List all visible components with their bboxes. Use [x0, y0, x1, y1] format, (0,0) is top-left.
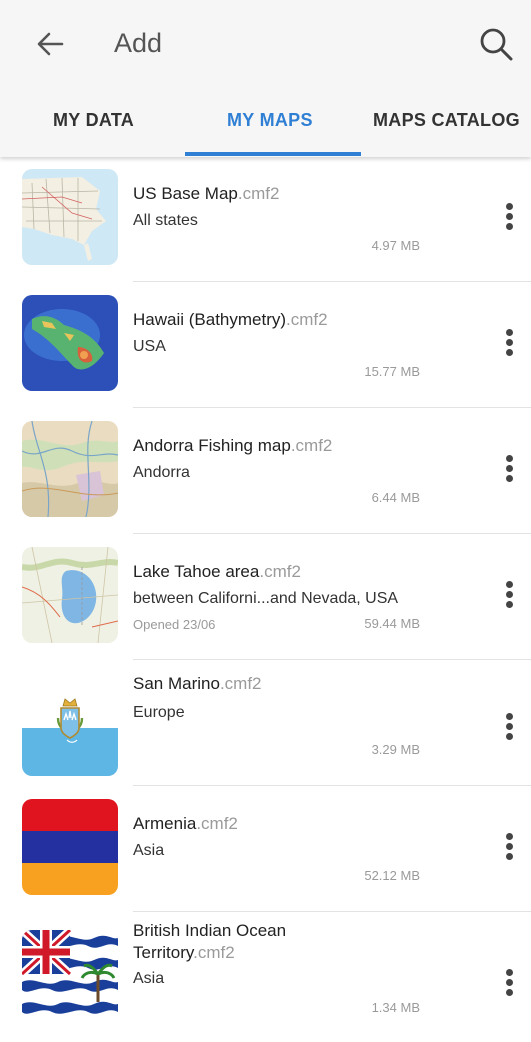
map-subtitle: Asia [133, 970, 165, 987]
more-options-icon[interactable] [498, 578, 520, 618]
file-size: 59.44 MB [364, 616, 420, 631]
armenia-flag [22, 799, 118, 895]
map-name: Lake Tahoe area.cmf2 [133, 562, 301, 581]
map-subtitle: All states [133, 212, 198, 229]
san-marino-flag [22, 680, 118, 776]
lake-tahoe-map-thumbnail [22, 547, 118, 643]
last-opened-date: Opened 23/06 [133, 617, 216, 632]
divider [133, 407, 531, 408]
divider [133, 533, 531, 534]
more-options-icon[interactable] [498, 326, 520, 366]
page-title: Add [114, 28, 163, 58]
list-item[interactable]: San Marino.cmf2 Europe 3.29 MB [0, 664, 531, 790]
tab-my-maps[interactable]: MY MAPS [227, 110, 313, 131]
map-name: Hawaii (Bathymetry).cmf2 [133, 310, 328, 329]
more-options-icon[interactable] [498, 830, 520, 870]
file-size: 1.34 MB [371, 1000, 420, 1015]
list-item[interactable]: Andorra Fishing map.cmf2 Andorra 6.44 MB [0, 412, 531, 538]
file-size: 52.12 MB [364, 868, 420, 883]
list-item[interactable]: US Base Map.cmf2 All states 4.97 MB [0, 160, 531, 286]
map-subtitle: Asia [133, 842, 165, 859]
search-icon[interactable] [476, 24, 516, 64]
tab-maps-catalog[interactable]: MAPS CATALOG [373, 110, 520, 131]
more-options-icon[interactable] [498, 710, 520, 750]
file-size: 3.29 MB [371, 742, 420, 757]
map-subtitle: Europe [133, 704, 185, 721]
more-options-icon[interactable] [498, 452, 520, 492]
file-size: 6.44 MB [371, 490, 420, 505]
divider [133, 659, 531, 660]
andorra-map-thumbnail [22, 421, 118, 517]
divider [133, 281, 531, 282]
map-name: US Base Map.cmf2 [133, 184, 280, 203]
divider [133, 785, 531, 786]
list-item[interactable]: Hawaii (Bathymetry).cmf2 USA 15.77 MB [0, 286, 531, 412]
file-size: 15.77 MB [364, 364, 420, 379]
more-options-icon[interactable] [498, 966, 520, 1006]
active-tab-indicator [185, 152, 361, 156]
map-subtitle: USA [133, 338, 166, 355]
map-name: British Indian Ocean Territory.cmf2 [133, 921, 287, 962]
map-name: Armenia.cmf2 [133, 814, 238, 833]
british-indian-ocean-territory-flag [22, 930, 118, 1026]
map-subtitle: between Californi...and Nevada, USA [133, 590, 399, 607]
tab-my-data[interactable]: MY DATA [53, 110, 134, 131]
tab-bar: MY DATA MY MAPS MAPS CATALOG [0, 100, 531, 157]
hawaii-bathymetry-thumbnail [22, 295, 118, 391]
list-item[interactable]: Armenia.cmf2 Asia 52.12 MB [0, 790, 531, 916]
map-name: Andorra Fishing map.cmf2 [133, 436, 333, 455]
map-name: San Marino.cmf2 [133, 674, 262, 693]
file-size: 4.97 MB [371, 238, 420, 253]
arrow-left-icon[interactable] [32, 26, 68, 62]
divider [133, 911, 531, 912]
list-item[interactable]: Lake Tahoe area.cmf2 between Californi..… [0, 538, 531, 664]
map-subtitle: Andorra [133, 464, 190, 481]
more-options-icon[interactable] [498, 200, 520, 240]
us-base-map-thumbnail [22, 169, 118, 265]
list-item[interactable]: British Indian Ocean Territory.cmf2 Asia … [0, 916, 531, 1042]
app-bar: Add MY DATA MY MAPS MAPS CATALOG [0, 0, 531, 157]
